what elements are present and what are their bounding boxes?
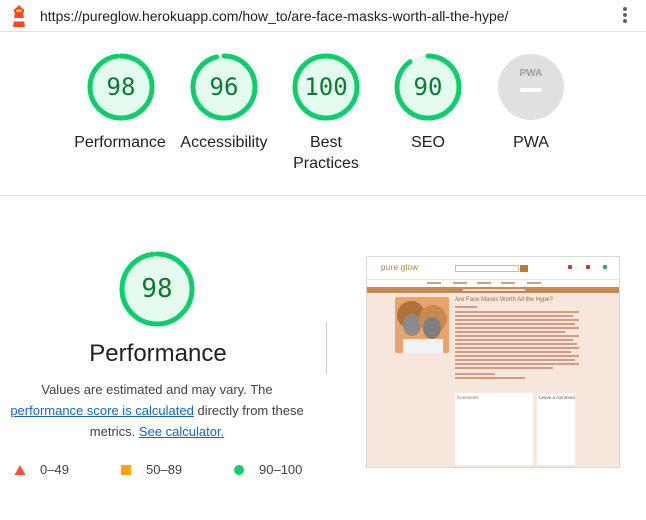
best-practices-score: 100 — [304, 73, 348, 101]
performance-score: 98 — [106, 73, 136, 101]
thumb-leave-comment: Leave a comment — [537, 393, 575, 465]
square-icon — [121, 465, 131, 475]
thumb-nav — [367, 279, 619, 287]
accessibility-gauge[interactable]: 96 — [189, 52, 259, 122]
thumb-leave-comment-text: Leave a comment — [539, 395, 575, 400]
pwa-badge-icon: PWA — [498, 54, 564, 120]
circle-icon — [234, 465, 244, 475]
performance-score-link[interactable]: performance score is calculated — [10, 403, 194, 418]
thumb-brand: pure glow — [381, 263, 419, 272]
thumb-comments-section: Comments — [455, 393, 533, 465]
legend-fail-range: 0–49 — [40, 462, 69, 477]
seo-gauge[interactable]: 90 — [393, 52, 463, 122]
pwa-badge-text: PWA — [520, 68, 543, 79]
best-practices-label-line2: Practices — [293, 155, 359, 172]
thumb-comments-heading: Comments — [457, 395, 479, 400]
page-url[interactable]: https://pureglow.herokuapp.com/how_to/ar… — [40, 8, 508, 24]
thumb-wishlist-icon — [586, 265, 590, 269]
thumb-search-icon — [520, 265, 528, 272]
desc-text-1: Values are estimated and may vary. The — [41, 382, 273, 397]
performance-description: Values are estimated and may vary. The p… — [4, 379, 310, 442]
kebab-menu-icon[interactable] — [620, 5, 630, 25]
thumb-search-box — [455, 265, 519, 272]
section-divider — [0, 195, 646, 196]
vertical-divider — [326, 322, 327, 374]
performance-main-gauge: 98 — [118, 250, 196, 328]
thumb-article: Are Face Masks Worth All the Hype? Comme… — [367, 293, 619, 467]
see-calculator-link[interactable]: See calculator. — [139, 424, 224, 439]
best-practices-gauge[interactable]: 100 — [291, 52, 361, 122]
accessibility-score: 96 — [209, 73, 239, 101]
performance-main-score: 98 — [141, 274, 173, 304]
lighthouse-icon — [13, 5, 25, 27]
thumb-header: pure glow — [367, 257, 619, 279]
seo-score: 90 — [413, 73, 443, 101]
thumb-article-photo — [395, 297, 449, 353]
legend-average-range: 50–89 — [146, 462, 183, 477]
seo-label: SEO — [411, 134, 445, 151]
pwa-label: PWA — [513, 134, 549, 151]
pwa-gauge[interactable]: PWA — [496, 52, 566, 122]
triangle-icon — [14, 465, 26, 475]
url-bar: https://pureglow.herokuapp.com/how_to/ar… — [0, 0, 646, 32]
best-practices-label-line1: Best — [309, 134, 342, 151]
best-practices-label: Best Practices — [276, 132, 376, 174]
performance-gauge[interactable]: 98 — [86, 52, 156, 122]
performance-label: Performance — [74, 134, 166, 151]
thumb-account-icon — [568, 265, 572, 269]
thumb-bag-icon — [603, 265, 607, 269]
performance-heading: Performance — [89, 340, 227, 367]
legend-pass-range: 90–100 — [259, 462, 303, 477]
thumb-article-title: Are Face Masks Worth All the Hype? — [455, 297, 553, 303]
page-screenshot-thumbnail[interactable]: pure glow Are Face Masks Worth All the H… — [366, 256, 620, 468]
accessibility-label: Accessibility — [180, 134, 268, 151]
